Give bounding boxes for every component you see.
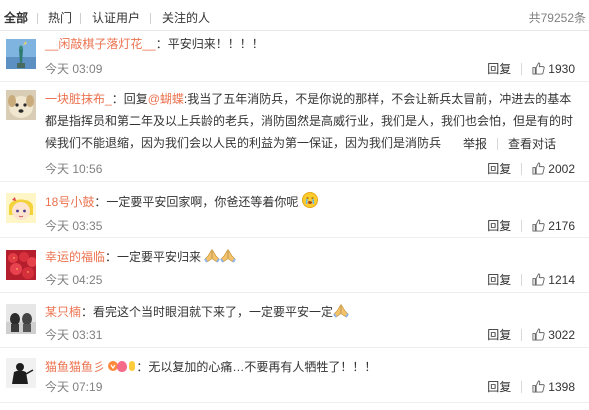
thumbs-up-icon xyxy=(532,162,545,175)
comment-tabs: 全部 热门 认证用户 关注的人 共79252条 xyxy=(0,0,589,31)
reply-prefix: ：回复 xyxy=(111,92,148,106)
comment-actions: 回复 1398 xyxy=(487,379,575,394)
like-button[interactable]: 2002 xyxy=(532,162,575,176)
action-divider xyxy=(521,380,523,393)
thumbs-up-icon xyxy=(532,219,545,232)
thumbs-up-icon xyxy=(532,380,545,393)
comment-actions: 回复 1930 xyxy=(487,61,575,76)
comment-username[interactable]: 一块脏抹布_ xyxy=(45,92,112,106)
comment-content: 18号小鼓：一定要平安回家啊，你爸还等着你呢 xyxy=(45,191,573,213)
comment-item: 幸运的福临：一定要平安归来 今天 04:25 回复 1214 xyxy=(0,238,589,293)
comment-username[interactable]: 18号小鼓 xyxy=(45,195,94,209)
photo-avatar[interactable] xyxy=(6,304,36,334)
view-conversation-link[interactable]: 查看对话 xyxy=(508,133,556,155)
like-button[interactable]: 3022 xyxy=(532,328,575,342)
reply-button[interactable]: 回复 xyxy=(487,62,511,76)
comment-total-count: 共79252条 xyxy=(528,11,586,25)
tab-divider xyxy=(80,13,81,24)
comment-time: 今天 10:56 xyxy=(45,162,103,176)
comment-time: 今天 03:35 xyxy=(45,219,103,233)
comment-time: 今天 04:25 xyxy=(45,273,103,287)
silhouette-avatar[interactable] xyxy=(6,358,36,388)
comment-text: ：看完这个当时眼泪就下来了，一定要平安一定 xyxy=(81,305,334,319)
like-count: 1930 xyxy=(548,61,575,76)
praying-hands-icon xyxy=(204,248,221,263)
reply-button[interactable]: 回复 xyxy=(487,328,511,342)
tab-all[interactable]: 全部 xyxy=(4,11,28,25)
action-divider xyxy=(497,137,499,150)
like-button[interactable]: 1214 xyxy=(532,273,575,287)
comment-actions: 回复 3022 xyxy=(487,327,575,342)
reply-button[interactable]: 回复 xyxy=(487,162,511,176)
tab-verified[interactable]: 认证用户 xyxy=(92,11,140,25)
comment-text: ：平安归来！！！！ xyxy=(155,37,264,51)
dog-avatar[interactable] xyxy=(6,90,36,120)
like-count: 2176 xyxy=(548,218,575,233)
action-divider xyxy=(521,273,523,286)
comment-text: ：一定要平安回家啊，你爸还等着你呢 xyxy=(94,195,299,209)
comment-item: 猫鱼猫鱼彡 ：无以复加的心痛…不要再有人牺牲了！！！ 今天 07:19 回复 13… xyxy=(0,348,589,403)
comment-content: 某只楠：看完这个当时眼泪就下来了，一定要平安一定 xyxy=(45,301,573,323)
comment-username[interactable]: __闲敲棋子落灯花__ xyxy=(45,37,156,51)
comment-username[interactable]: 某只楠 xyxy=(45,305,81,319)
comment-username[interactable]: 猫鱼猫鱼彡 xyxy=(45,360,105,374)
reply-button[interactable]: 回复 xyxy=(487,273,511,287)
thumbs-up-icon xyxy=(532,328,545,341)
tab-divider xyxy=(37,13,38,24)
action-divider xyxy=(521,162,523,175)
like-count: 3022 xyxy=(548,327,575,342)
comment-time: 今天 07:19 xyxy=(45,380,103,394)
anime-avatar[interactable] xyxy=(6,193,36,223)
like-button[interactable]: 2176 xyxy=(532,219,575,233)
tab-hot[interactable]: 热门 xyxy=(48,11,72,25)
like-button[interactable]: 1398 xyxy=(532,380,575,394)
tab-divider xyxy=(150,13,151,24)
comment-item: 一块脏抹布_：回复@蝴蝶:我当了五年消防兵，不是你说的那样，不会让新兵太冒前，冲… xyxy=(0,82,589,182)
like-count: 1214 xyxy=(548,272,575,287)
comment-text: ：一定要平安归来 xyxy=(105,250,202,264)
comment-time: 今天 03:31 xyxy=(45,328,103,342)
comment-content: __闲敲棋子落灯花__：平安归来！！！！ xyxy=(45,33,573,55)
comment-item: __闲敲棋子落灯花__：平安归来！！！！ 今天 03:09 回复 1930 xyxy=(0,31,589,82)
praying-hands-icon xyxy=(333,303,349,318)
vip-badge-icon xyxy=(108,358,136,380)
mention-link[interactable]: @蝴蝶 xyxy=(148,92,184,106)
thumbs-up-icon xyxy=(532,273,545,286)
report-button[interactable]: 举报 xyxy=(463,133,487,155)
statue-of-liberty-avatar[interactable] xyxy=(6,39,36,69)
like-button[interactable]: 1930 xyxy=(532,62,575,76)
comment-content: 一块脏抹布_：回复@蝴蝶:我当了五年消防兵，不是你说的那样，不会让新兵太冒前，冲… xyxy=(45,88,573,155)
comment-text: ：无以复加的心痛…不要再有人牺牲了！！！ xyxy=(136,360,377,374)
comment-content: 幸运的福临：一定要平安归来 xyxy=(45,246,573,268)
crying-emoji-icon xyxy=(301,192,318,208)
reply-button[interactable]: 回复 xyxy=(487,380,511,394)
tab-following[interactable]: 关注的人 xyxy=(162,11,210,25)
comment-time: 今天 03:09 xyxy=(45,62,103,76)
action-divider xyxy=(521,328,523,341)
like-count: 2002 xyxy=(548,161,575,176)
comment-actions: 回复 1214 xyxy=(487,272,575,287)
strawberries-avatar[interactable] xyxy=(6,250,36,280)
praying-hands-icon xyxy=(220,248,237,263)
action-divider xyxy=(521,219,523,232)
comment-item: 18号小鼓：一定要平安回家啊，你爸还等着你呢 今天 03:35 回复 2176 xyxy=(0,182,589,238)
comment-item: 某只楠：看完这个当时眼泪就下来了，一定要平安一定 今天 03:31 回复 3022 xyxy=(0,293,589,348)
like-count: 1398 xyxy=(548,379,575,394)
comment-content: 猫鱼猫鱼彡 ：无以复加的心痛…不要再有人牺牲了！！！ xyxy=(45,356,573,380)
comment-actions: 回复 2002 xyxy=(487,161,575,176)
reply-button[interactable]: 回复 xyxy=(487,219,511,233)
comment-actions: 回复 2176 xyxy=(487,218,575,233)
comment-username[interactable]: 幸运的福临 xyxy=(45,250,105,264)
action-divider xyxy=(521,62,523,75)
thumbs-up-icon xyxy=(532,62,545,75)
